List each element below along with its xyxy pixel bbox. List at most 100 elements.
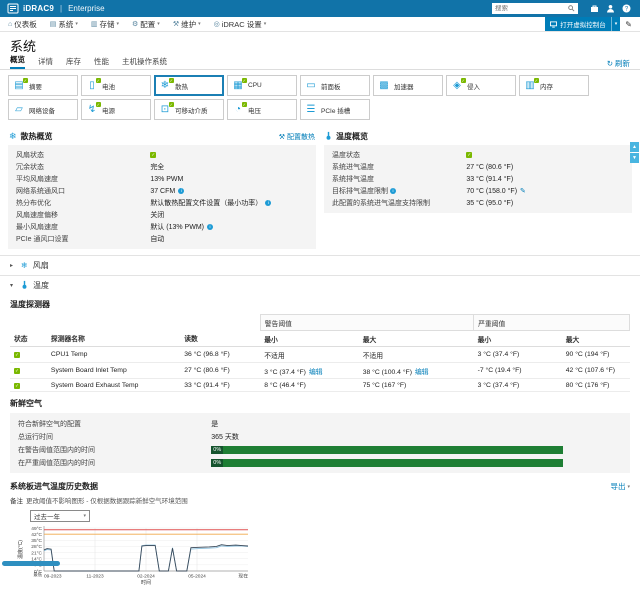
- refresh-button[interactable]: ↻ 刷新: [607, 58, 630, 69]
- tile-summary[interactable]: ▤✓ 摘要: [8, 75, 78, 96]
- tab-host-os[interactable]: 主机操作系统: [122, 56, 167, 69]
- ok-badge-icon: ✓: [96, 78, 102, 84]
- tile-removable-media[interactable]: ⊡✓ 可移动介质: [154, 99, 224, 120]
- user-icon[interactable]: [606, 4, 615, 13]
- ok-badge-icon: ✓: [534, 78, 540, 84]
- thermometer-icon: [21, 280, 28, 291]
- nav-label: 配置: [140, 19, 155, 30]
- tile-battery[interactable]: ▯✓ 电池: [81, 75, 151, 96]
- nav-label: iDRAC 设置: [222, 19, 262, 30]
- info-icon[interactable]: i: [178, 188, 184, 194]
- tile-intrusion[interactable]: ◈✓ 侵入: [446, 75, 516, 96]
- panel-title: 温度概览: [336, 131, 368, 142]
- col-crit-max: 最大: [562, 331, 630, 347]
- row-pcie-airflow-setting: PCIe 通风口设置 自动: [16, 233, 308, 245]
- svg-text:21°C: 21°C: [31, 550, 42, 556]
- info-icon[interactable]: i: [390, 188, 396, 194]
- tile-cpu[interactable]: ▦✓ CPU: [227, 75, 297, 96]
- nav-item-configuration[interactable]: ⚙ 配置 ▾: [132, 19, 160, 30]
- export-button[interactable]: 导出 ▾: [610, 481, 630, 492]
- brand-separator: |: [60, 4, 62, 13]
- tile-pcie-slots[interactable]: ☰ PCIe 插槽: [300, 99, 370, 120]
- probes-table: 警告阈值 严重阈值 状态 探测器名称 读数 最小 最大 最小 最大 ✓ CPU1…: [10, 314, 630, 392]
- nav-item-system[interactable]: ▤ 系统 ▾: [50, 19, 78, 30]
- time-range-value: 过去一年: [34, 511, 60, 521]
- tab-overview[interactable]: 概览: [10, 54, 25, 69]
- console-button-label: 打开虚拟控制台: [560, 19, 606, 29]
- nav-item-dashboard[interactable]: ⌂ 仪表板: [8, 19, 37, 30]
- status-ok-icon: ✓: [14, 352, 20, 358]
- nav-label: 维护: [181, 19, 196, 30]
- row-system-airflow: 网络系统通风口 37 CFMi: [16, 185, 308, 197]
- info-icon[interactable]: i: [265, 200, 271, 206]
- ok-badge-icon: ✓: [242, 78, 248, 84]
- configure-cooling-link[interactable]: ⚒ 配置散热: [279, 132, 315, 142]
- tile-cooling[interactable]: ❄✓ 散热: [154, 75, 224, 96]
- info-icon[interactable]: i: [207, 224, 213, 230]
- svg-text:温度(°C): 温度(°C): [17, 540, 24, 559]
- briefcase-icon[interactable]: [590, 4, 599, 13]
- row-total-operating-time: 总运行时间 365 天数: [18, 430, 622, 443]
- time-range-select[interactable]: 过去一年 ▾: [30, 510, 90, 522]
- fan-icon: ❄: [9, 132, 17, 141]
- search-icon[interactable]: [568, 5, 575, 12]
- voltage-icon: ◔✓: [232, 105, 244, 115]
- row-fan-speed-offset: 风扇速度偏移 关闭: [16, 209, 308, 221]
- memory-icon: ▥✓: [524, 81, 536, 91]
- search-box[interactable]: [492, 3, 578, 14]
- nav-item-maintenance[interactable]: ⚒ 维护 ▾: [173, 19, 201, 30]
- edit-link[interactable]: 编辑: [415, 369, 429, 376]
- edit-link[interactable]: 编辑: [309, 369, 323, 376]
- scroll-up-button[interactable]: ▲: [630, 142, 639, 152]
- refresh-icon: ↻: [607, 59, 613, 68]
- health-tiles: ▤✓ 摘要 ▯✓ 电池 ❄✓ 散热 ▦✓ CPU ▭ 前面板 ▩ 加速器 ◈✓ …: [0, 70, 640, 124]
- help-icon[interactable]: ?: [622, 4, 631, 13]
- panel-title: 散热概览: [21, 131, 53, 142]
- status-ok-icon: ✓: [14, 383, 20, 389]
- edit-icon[interactable]: ✎: [520, 187, 526, 195]
- critical-threshold-group-header: 严重阈值: [474, 315, 630, 331]
- svg-text:02-2024: 02-2024: [137, 574, 155, 580]
- tab-performance[interactable]: 性能: [94, 56, 109, 69]
- tab-details[interactable]: 详情: [38, 56, 53, 69]
- search-input[interactable]: [495, 5, 568, 12]
- tile-voltage[interactable]: ◔✓ 电压: [227, 99, 297, 120]
- accelerator-icon: ▩: [378, 81, 390, 91]
- chevron-down-icon: ▾: [157, 21, 160, 27]
- svg-text:35°C: 35°C: [31, 538, 42, 544]
- svg-text:时间: 时间: [141, 579, 151, 586]
- tile-network-devices[interactable]: ▱ 网络设备: [8, 99, 78, 120]
- chevron-right-icon: ▸: [10, 262, 16, 269]
- section-temperature[interactable]: ▾ 温度: [0, 275, 640, 295]
- status-ok-icon: ✓: [150, 152, 156, 158]
- tile-power-supplies[interactable]: ↯✓ 电源: [81, 99, 151, 120]
- row-time-in-critical-band: 在严重阈值范围内的时间 0%: [18, 456, 622, 469]
- svg-text:11-2023: 11-2023: [86, 574, 104, 580]
- svg-text:49°C: 49°C: [31, 526, 42, 532]
- nav-item-idrac-settings[interactable]: ◎ iDRAC 设置 ▾: [214, 19, 267, 30]
- table-row-exhaust-temp: ✓ System Board Exhaust Temp 33 °C (91.4 …: [10, 379, 630, 392]
- nav-item-storage[interactable]: ▥ 存储 ▾: [91, 19, 119, 30]
- horizontal-scrollbar[interactable]: [0, 560, 640, 567]
- inlet-temp-history-chart: 49°C42°C35°C28°C21°C14°C7°C0°C最低09-20231…: [0, 523, 640, 594]
- section-fans[interactable]: ▸ ❄ 风扇: [0, 255, 640, 275]
- tile-front-panel[interactable]: ▭ 前面板: [300, 75, 370, 96]
- probes-title: 温度探测器: [10, 299, 630, 310]
- ok-badge-icon: ✓: [169, 78, 175, 84]
- maintenance-icon: ⚒: [173, 21, 179, 28]
- tab-inventory[interactable]: 库存: [66, 56, 81, 69]
- scroll-down-button[interactable]: ▼: [630, 153, 639, 163]
- intrusion-lock-icon: ◈✓: [451, 81, 463, 91]
- row-time-in-warning-band: 在警告阈值范围内的时间 0%: [18, 443, 622, 456]
- console-dropdown-caret[interactable]: ▾: [611, 17, 621, 31]
- table-row-cpu1-temp: ✓ CPU1 Temp 36 °C (96.8 °F) 不适用 不适用 3 °C…: [10, 347, 630, 363]
- tile-memory[interactable]: ▥✓ 内存: [519, 75, 589, 96]
- open-virtual-console-button[interactable]: 打开虚拟控制台 ▾: [545, 17, 620, 31]
- chevron-down-icon: ▾: [83, 513, 86, 519]
- ok-badge-icon: ✓: [96, 102, 102, 108]
- status-ok-icon: ✓: [14, 368, 20, 374]
- tile-accelerators[interactable]: ▩ 加速器: [373, 75, 443, 96]
- temperature-overview-panel: 温度概览 温度状态 ✓ 系统进气温度 27 °C (80.6 °F) 系统排气温…: [324, 128, 632, 213]
- edit-pencil-icon[interactable]: ✎: [625, 20, 632, 29]
- scrollbar-thumb[interactable]: [2, 561, 60, 566]
